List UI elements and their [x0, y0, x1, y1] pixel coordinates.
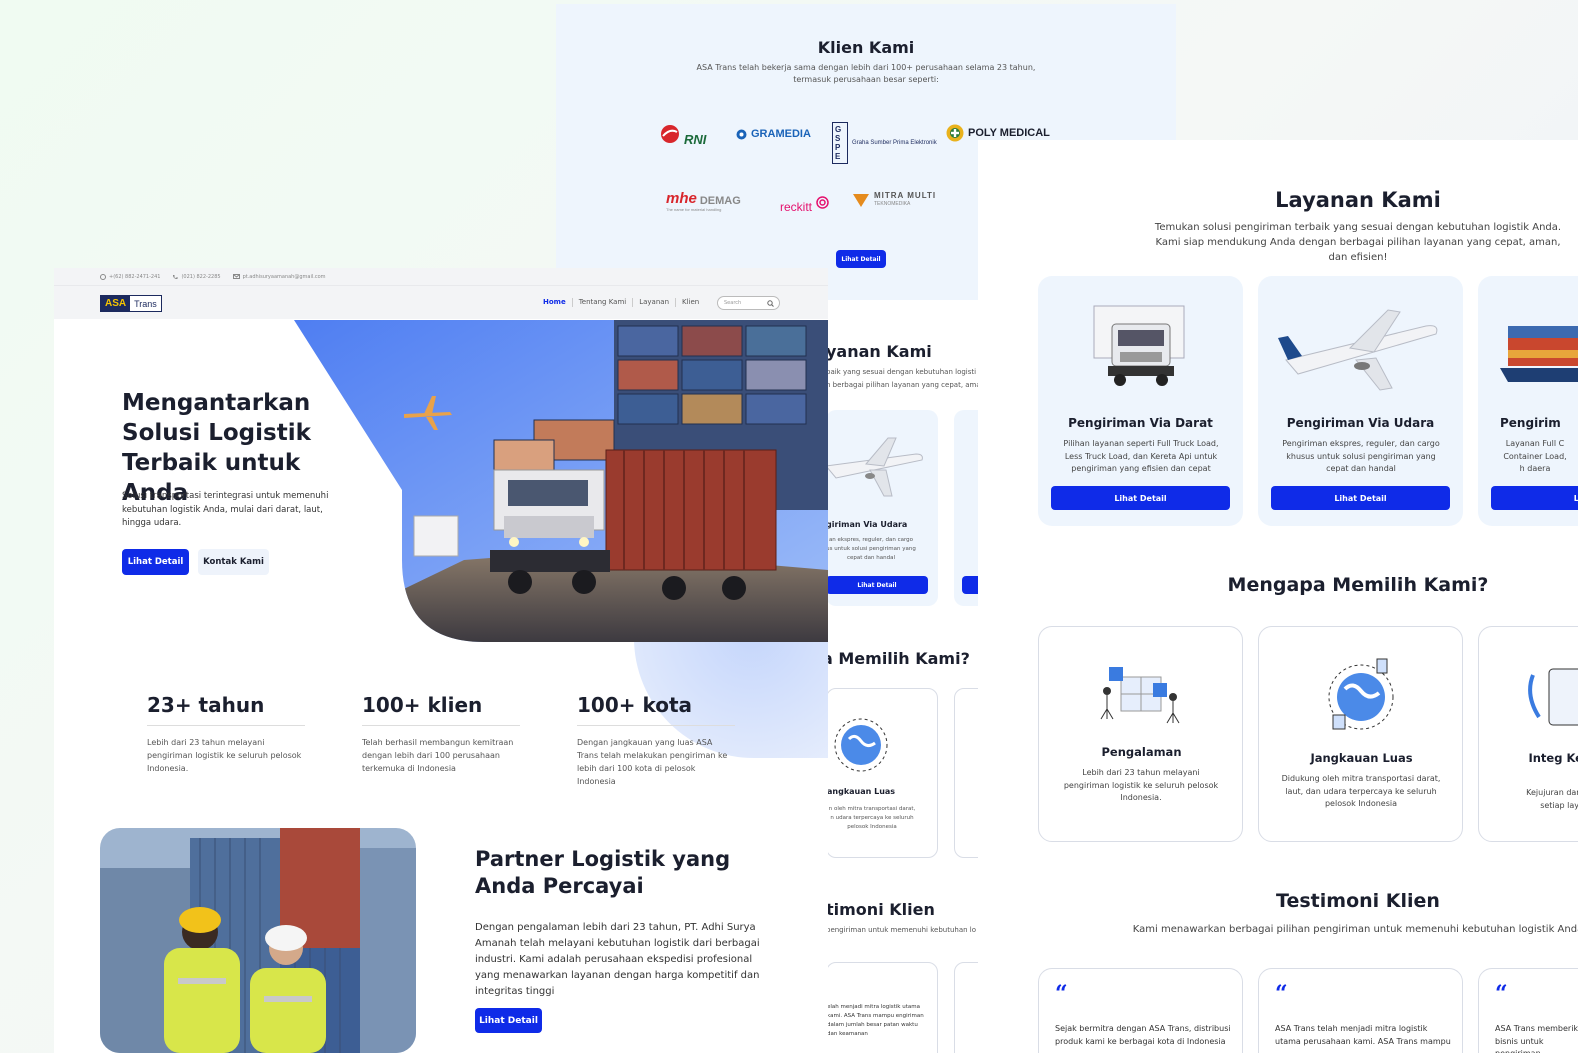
puzzle-illustration-icon [1100, 667, 1180, 724]
airplane-icon [826, 437, 923, 497]
whatsapp-icon [100, 273, 106, 280]
contact-topbar: +(62) 882-2471-241 (021) 822-2285 pt.adh… [54, 268, 828, 285]
quote-icon: “ [1495, 981, 1508, 1007]
globe-illustration-icon [1328, 658, 1394, 730]
klien-subtitle: ASA Trans telah bekerja sama dengan lebi… [696, 63, 1036, 84]
mail-icon [232, 274, 240, 279]
globe-illustration-icon [834, 718, 888, 772]
hero-kontak-kami-button[interactable]: Kontak Kami [198, 549, 269, 575]
mitra-multi-logo: MITRA MULTI TEKNOMEDIKA [852, 192, 936, 208]
service-name: Pengiriman Via Udara [1286, 416, 1435, 430]
partner-workers-image [100, 828, 416, 1053]
mhe-demag-logo: mhe DEMAG The name for material handling [666, 190, 741, 212]
klien-lihat-detail-button[interactable]: Lihat Detail [836, 250, 886, 268]
cargo-ship-icon [1500, 326, 1578, 382]
service-card-darat: Pengiriman Via Darat Pilihan layanan sep… [1038, 276, 1243, 526]
airplane-icon [1278, 309, 1438, 391]
testimoni-card: “ ASA Trans memberik bisnis untuk pengir… [1478, 968, 1578, 1053]
service-back-button[interactable]: Lihat Detail [826, 576, 928, 594]
service-card-back: giriman Via Udara an ekspres, reguler, d… [826, 410, 938, 606]
stat-number: 100+ kota [577, 693, 735, 726]
testimoni-text: Sejak bermitra dengan ASA Trans, distrib… [1055, 1024, 1231, 1046]
layanan-subtitle-back: baik yang sesuai dengan kebutuhan logist… [826, 368, 986, 389]
why-name: Pengalaman [1101, 745, 1182, 759]
nav-menu: Home Tentang Kami Layanan Klien [543, 298, 705, 307]
partner-lihat-detail-button[interactable]: Lihat Detail [475, 1008, 542, 1033]
why-desc: Lebih dari 23 tahun melayani pengiriman … [1063, 768, 1219, 802]
main-navbar: ASA Trans Home Tentang Kami Layanan Klie… [54, 285, 828, 319]
testimoni-card: “ Sejak bermitra dengan ASA Trans, distr… [1038, 968, 1243, 1053]
service-desc: Layanan Full C Container Load, h daera [1503, 439, 1567, 473]
service-desc: Pengiriman ekspres, reguler, dan cargo k… [1282, 439, 1440, 473]
email-contact[interactable]: pt.adhisuryaamanah@gmail.com [232, 274, 326, 280]
stat-years: 23+ tahun Lebih dari 23 tahun melayani p… [147, 693, 305, 775]
stat-text: Lebih dari 23 tahun melayani pengiriman … [147, 738, 302, 773]
partner-title: Partner Logistik yang Anda Percayai [475, 847, 731, 898]
stat-text: Telah berhasil membangun kemitraan denga… [362, 738, 514, 773]
rni-logo: RNI [660, 120, 706, 147]
hero-trucks-containers-image [294, 320, 828, 642]
asa-trans-logo[interactable]: ASA Trans [100, 295, 162, 312]
testimoni-text: ASA Trans telah menjadi mitra logistik u… [1275, 1024, 1451, 1046]
search-input[interactable]: Search [717, 296, 780, 310]
stat-cities: 100+ kota Dengan jangkauan yang luas ASA… [577, 693, 735, 788]
nav-layanan[interactable]: Layanan [633, 298, 677, 307]
why-card-pengalaman: Pengalaman Lebih dari 23 tahun melayani … [1038, 626, 1243, 842]
homepage-preview: +(62) 882-2471-241 (021) 822-2285 pt.adh… [54, 268, 828, 1053]
testimoni-subtitle-back: pengiriman untuk memenuhi kebutuhan lo [826, 926, 977, 934]
phone-icon [173, 274, 179, 279]
stat-number: 23+ tahun [147, 693, 305, 726]
klien-title: Klien Kami [817, 38, 915, 57]
service-card-udara: Pengiriman Via Udara Pengiriman ekspres,… [1258, 276, 1463, 526]
why-card-integritas: Integ Kepe Kejujuran dan p setiap layan [1478, 626, 1578, 842]
whatsapp-contact[interactable]: +(62) 882-2471-241 [100, 273, 160, 280]
testimoni-title: Testimoni Klien [1276, 890, 1440, 912]
why-desc: Didukung oleh mitra transportasi darat, … [1281, 774, 1441, 808]
phone-contact[interactable]: (021) 822-2285 [172, 274, 221, 280]
stat-text: Dengan jangkauan yang luas ASA Trans tel… [577, 738, 728, 786]
why-name: Integ Kepe [1528, 751, 1578, 765]
hero-lihat-detail-button[interactable]: Lihat Detail [122, 549, 189, 575]
search-icon[interactable] [767, 300, 774, 307]
service-card-laut: Pengirim Layanan Full C Container Load, … [1478, 276, 1578, 526]
nav-klien[interactable]: Klien [676, 298, 705, 307]
layanan-subtitle: Temukan solusi pengiriman terbaik yang s… [1154, 222, 1562, 263]
gramedia-logo: GRAMEDIA [736, 128, 811, 140]
layanan-page-preview: Layanan Kami Temukan solusi pengiriman t… [978, 140, 1578, 1053]
testimoni-card: “ ASA Trans telah menjadi mitra logistik… [1258, 968, 1463, 1053]
layanan-title: Layanan Kami [1275, 188, 1441, 212]
quote-icon: “ [1055, 981, 1068, 1007]
truck-icon [1093, 305, 1185, 386]
testimoni-card-back: elah menjadi mitra logistik utama kami. … [826, 962, 938, 1053]
why-card-back: angkauan Luas n oleh mitra transportasi … [826, 688, 938, 858]
stat-number: 100+ klien [362, 693, 520, 726]
nav-home[interactable]: Home [543, 298, 573, 307]
service-name: Pengiriman Via Darat [1068, 416, 1213, 430]
testimoni-title-back: timoni Klien [826, 900, 935, 919]
gspe-logo: GSPE Graha Sumber Prima Elektronik [832, 122, 937, 164]
service-desc: Pilihan layanan seperti Full Truck Load,… [1063, 439, 1219, 473]
layanan-title-back: yanan Kami [826, 342, 932, 361]
why-card-jangkauan: Jangkauan Luas Didukung oleh mitra trans… [1258, 626, 1463, 842]
hero-subtitle: Solusi transportasi terintegrasi untuk m… [122, 491, 329, 528]
why-name: Jangkauan Luas [1310, 751, 1413, 765]
mengapa-title-back: a Memilih Kami? [822, 649, 970, 668]
certificate-illustration-icon [1528, 668, 1578, 726]
partner-text: Dengan pengalaman lebih dari 23 tahun, P… [475, 922, 760, 997]
service-udara-button[interactable]: Lihat Detail [1271, 486, 1450, 510]
testimoni-text: ASA Trans memberik bisnis untuk pengirim… [1495, 1024, 1578, 1053]
why-desc: Kejujuran dan p setiap layan [1526, 788, 1578, 810]
reckitt-logo: reckitt [780, 190, 829, 214]
testimoni-subtitle: Kami menawarkan berbagai pilihan pengiri… [1132, 924, 1578, 935]
nav-tentang-kami[interactable]: Tentang Kami [573, 298, 634, 307]
service-darat-button[interactable]: Lihat Detail [1051, 486, 1230, 510]
service-laut-button[interactable]: Lih [1491, 486, 1578, 510]
mengapa-title: Mengapa Memilih Kami? [1227, 574, 1489, 596]
quote-icon: “ [1275, 981, 1288, 1007]
stat-clients: 100+ klien Telah berhasil membangun kemi… [362, 693, 520, 775]
service-name: Pengirim [1500, 416, 1561, 430]
